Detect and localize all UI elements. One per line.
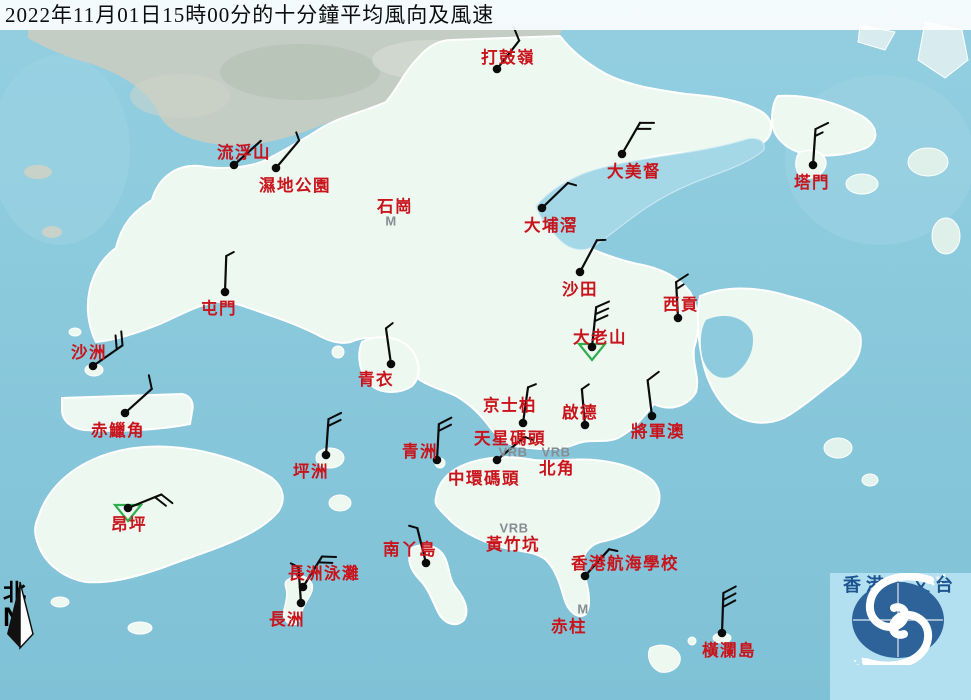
station-label: 昂坪 (111, 511, 147, 535)
station-label: 長洲泳灘 (288, 560, 360, 584)
station-label: 中環碼頭 (448, 465, 520, 489)
station-label: 打鼓嶺 (481, 44, 535, 68)
station-label: 香港航海學校 (571, 550, 679, 574)
station-label: 西貢 (663, 291, 699, 315)
island-ma-wan (332, 346, 344, 358)
station-label: 屯門 (201, 295, 237, 319)
station-label: 赤鱲角 (91, 417, 145, 441)
station-label: 赤柱 (551, 613, 587, 637)
map-title: 2022年11月01日15時00分的十分鐘平均風向及風速 (5, 3, 494, 27)
hong-kong-map (0, 0, 971, 700)
station-label: 將軍澳 (631, 418, 685, 442)
station-label: 大老山 (573, 324, 627, 348)
station-label: 坪洲 (293, 458, 329, 482)
station-label: 沙田 (562, 276, 598, 300)
map-title-bar: 2022年11月01日15時00分的十分鐘平均風向及風速 (0, 0, 971, 30)
station-label: 南丫島 (383, 536, 437, 560)
station-label: 青洲 (402, 438, 438, 462)
station-label: 啟德 (562, 399, 598, 423)
variable-wind-marker: VRB (500, 521, 529, 536)
station-label: 青衣 (358, 366, 394, 390)
station-label: 長洲 (269, 606, 305, 630)
station-label: 大美督 (607, 158, 661, 182)
station-label: 大埔滘 (524, 212, 578, 236)
island-soko (128, 622, 152, 634)
missing-data-marker: M (385, 214, 396, 229)
station-label: 塔門 (794, 169, 830, 193)
station-label: 京士柏 (483, 392, 537, 416)
station-label: 沙洲 (71, 339, 107, 363)
north-indicator: 北 N (3, 580, 43, 629)
hko-logo-icon (830, 573, 971, 665)
variable-wind-marker: VRB (499, 445, 528, 460)
wind-map-screen: 打鼓嶺流浮山濕地公園大美督塔門石崗M大埔滘沙田屯門沙洲西貢大老山青衣赤鱲角京士柏… (0, 0, 971, 700)
station-label: 橫瀾島 (702, 637, 756, 661)
hko-logo: 香港天文台 HONG KONG OBSERVATORY (830, 573, 971, 700)
island-sha-chau (85, 364, 103, 376)
north-arrow-icon (3, 580, 37, 650)
missing-data-marker: M (577, 602, 588, 617)
station-label: 流浮山 (217, 139, 271, 163)
variable-wind-marker: VRB (542, 445, 571, 460)
station-label: 濕地公園 (259, 172, 331, 196)
island-hei-ling-chau (329, 495, 351, 511)
